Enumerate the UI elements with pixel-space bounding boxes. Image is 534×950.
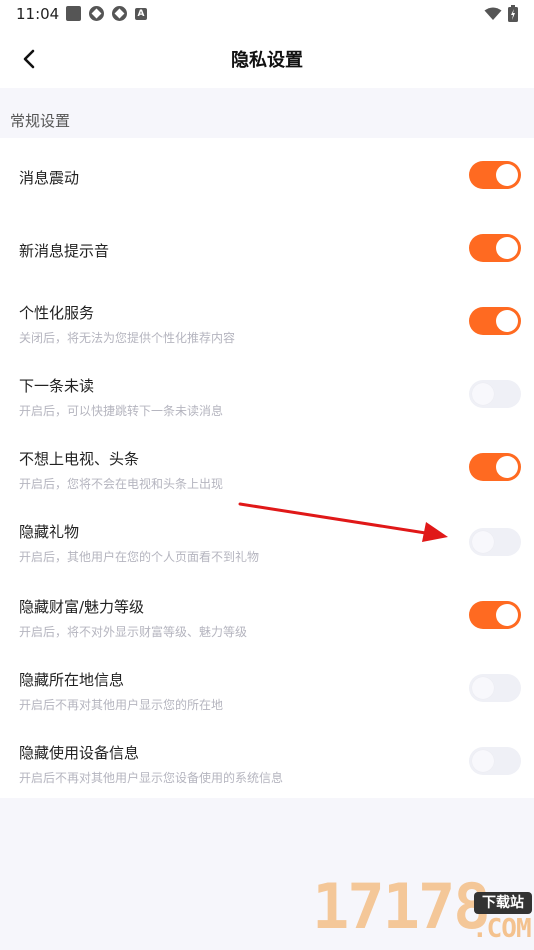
setting-description: 关闭后，将无法为您提供个性化推荐内容: [19, 331, 236, 345]
setting-title: 个性化服务: [19, 304, 95, 322]
setting-description: 开启后，其他用户在您的个人页面看不到礼物: [19, 550, 260, 564]
toggle-switch[interactable]: [469, 234, 521, 262]
status-bar: 11:04 A: [0, 0, 534, 28]
square-icon: [66, 6, 81, 21]
status-time: 11:04: [16, 5, 60, 23]
gear-icon: [112, 6, 127, 21]
watermark-suffix: .COM: [472, 914, 532, 944]
setting-title: 下一条未读: [19, 377, 95, 395]
annotation-arrow-icon: [238, 502, 448, 542]
setting-title: 消息震动: [19, 169, 80, 187]
setting-row-message-vibrate: 消息震动: [0, 138, 534, 211]
system-icons: [484, 5, 518, 22]
toggle-switch[interactable]: [469, 601, 521, 629]
battery-icon: [508, 5, 518, 22]
toggle-knob: [496, 604, 518, 626]
setting-row-next-unread: 下一条未读 开启后，可以快捷跳转下一条未读消息: [0, 357, 534, 430]
page-title: 隐私设置: [231, 50, 303, 71]
watermark-badge: 下载站: [474, 892, 532, 914]
setting-title: 隐藏使用设备信息: [19, 744, 140, 762]
toggle-switch[interactable]: [469, 747, 521, 775]
toggle-switch[interactable]: [469, 674, 521, 702]
setting-description: 开启后不再对其他用户显示您的所在地: [19, 698, 224, 712]
settings-list: 消息震动 新消息提示音 个性化服务 关闭后，将无法为您提供个性化推荐内容 下一条…: [0, 138, 534, 798]
toggle-switch[interactable]: [469, 528, 521, 556]
setting-description: 开启后，可以快捷跳转下一条未读消息: [19, 404, 224, 418]
setting-description: 开启后不再对其他用户显示您设备使用的系统信息: [19, 771, 284, 785]
setting-row-new-message-sound: 新消息提示音: [0, 211, 534, 284]
setting-title: 隐藏礼物: [19, 523, 80, 541]
toggle-knob: [496, 456, 518, 478]
gear-icon: [89, 6, 104, 21]
notification-icons: A: [66, 6, 147, 21]
header-bar: 隐私设置: [0, 28, 534, 88]
toggle-knob: [496, 164, 518, 186]
toggle-switch[interactable]: [469, 161, 521, 189]
setting-row-hide-location: 隐藏所在地信息 开启后不再对其他用户显示您的所在地: [0, 649, 534, 722]
setting-row-no-tv-headline: 不想上电视、头条 开启后，您将不会在电视和头条上出现: [0, 430, 534, 503]
toggle-switch[interactable]: [469, 380, 521, 408]
setting-title: 隐藏所在地信息: [19, 671, 125, 689]
setting-row-hide-wealth-charm-level: 隐藏财富/魅力等级 开启后，将不对外显示财富等级、魅力等级: [0, 576, 534, 649]
a-icon: A: [135, 7, 147, 20]
toggle-knob: [496, 310, 518, 332]
toggle-knob: [472, 531, 494, 553]
setting-description: 开启后，您将不会在电视和头条上出现: [19, 477, 224, 491]
wifi-icon: [484, 7, 502, 20]
toggle-knob: [472, 750, 494, 772]
setting-row-personalized-service: 个性化服务 关闭后，将无法为您提供个性化推荐内容: [0, 284, 534, 357]
watermark-logo: 17178 下载站 .COM: [312, 862, 534, 950]
toggle-switch[interactable]: [469, 453, 521, 481]
section-label: 常规设置: [10, 112, 71, 130]
setting-title: 隐藏财富/魅力等级: [19, 598, 145, 616]
toggle-knob: [472, 383, 494, 405]
setting-title: 不想上电视、头条: [19, 450, 140, 468]
toggle-knob: [496, 237, 518, 259]
setting-row-hide-device-info: 隐藏使用设备信息 开启后不再对其他用户显示您设备使用的系统信息: [0, 722, 534, 795]
watermark-digits: 17178: [312, 870, 491, 943]
privacy-settings-screen: 11:04 A 隐私设置 常规设置 消息震动 新消息提示音 个性化服务 关闭后，…: [0, 0, 534, 950]
setting-title: 新消息提示音: [19, 242, 110, 260]
setting-description: 开启后，将不对外显示财富等级、魅力等级: [19, 625, 248, 639]
toggle-switch[interactable]: [469, 307, 521, 335]
toggle-knob: [472, 677, 494, 699]
